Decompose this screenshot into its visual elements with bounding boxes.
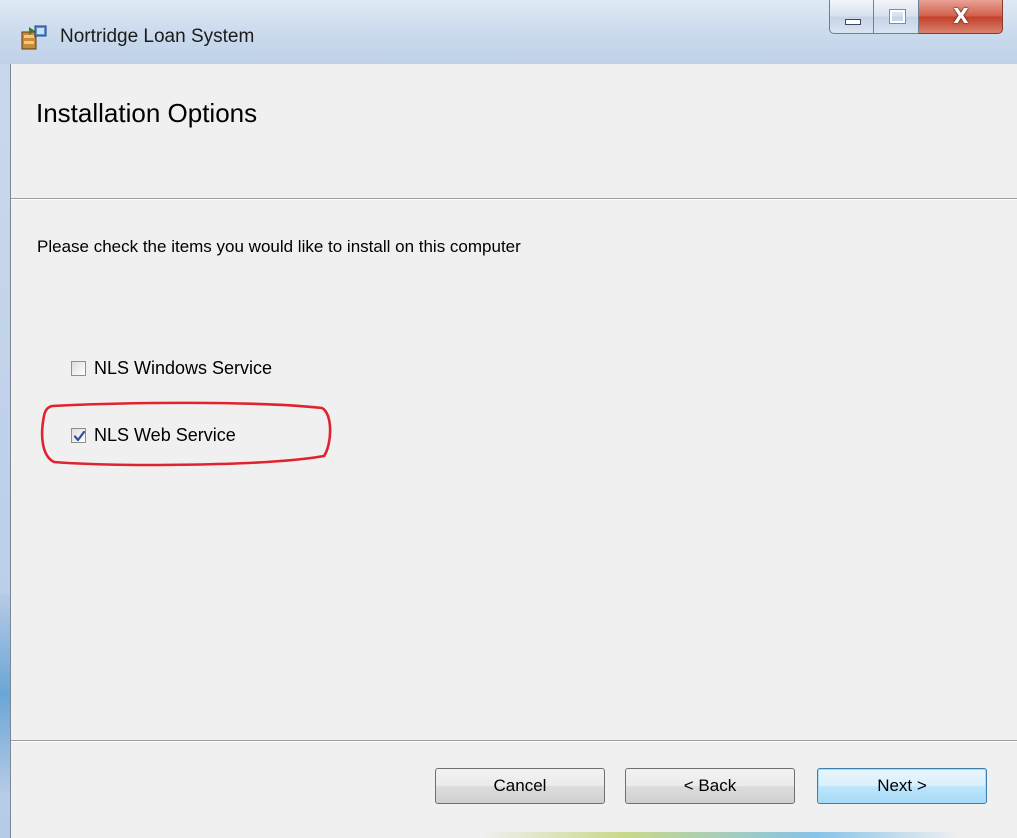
dialog-banner: Installation Options [11,64,1017,198]
caption-buttons: X [829,0,1003,35]
title-bar[interactable]: Nortridge Loan System X [0,0,1017,64]
installer-window: Nortridge Loan System X Installation Opt… [0,0,1017,838]
frame-glow [0,594,10,794]
option-label: NLS Web Service [94,424,236,445]
dialog-client-area: Installation Options Please check the it… [10,64,1017,838]
option-label: NLS Windows Service [94,357,273,378]
nls-web-service-checkbox[interactable] [71,427,86,443]
cancel-button[interactable]: Cancel [435,768,605,804]
instruction-text: Please check the items you would like to… [37,237,521,256]
minimize-button[interactable] [829,0,874,34]
banner-divider [11,198,1017,200]
close-icon: X [953,4,969,28]
option-nls-windows-service[interactable]: NLS Windows Service [71,356,272,380]
window-title: Nortridge Loan System [60,26,255,47]
maximize-button[interactable] [874,0,919,34]
back-button[interactable]: < Back [625,768,795,804]
footer-divider [11,740,1017,742]
option-nls-web-service[interactable]: NLS Web Service [71,423,236,447]
checkmark-icon [73,430,86,441]
next-button[interactable]: Next > [817,768,987,804]
maximize-icon [889,9,906,24]
window-frame-left [0,64,10,838]
installer-app-icon [20,23,48,51]
minimize-icon [845,19,861,25]
nls-windows-service-checkbox[interactable] [71,360,86,376]
page-title: Installation Options [36,98,258,128]
close-button[interactable]: X [919,0,1003,34]
taskbar-glow [480,832,960,838]
